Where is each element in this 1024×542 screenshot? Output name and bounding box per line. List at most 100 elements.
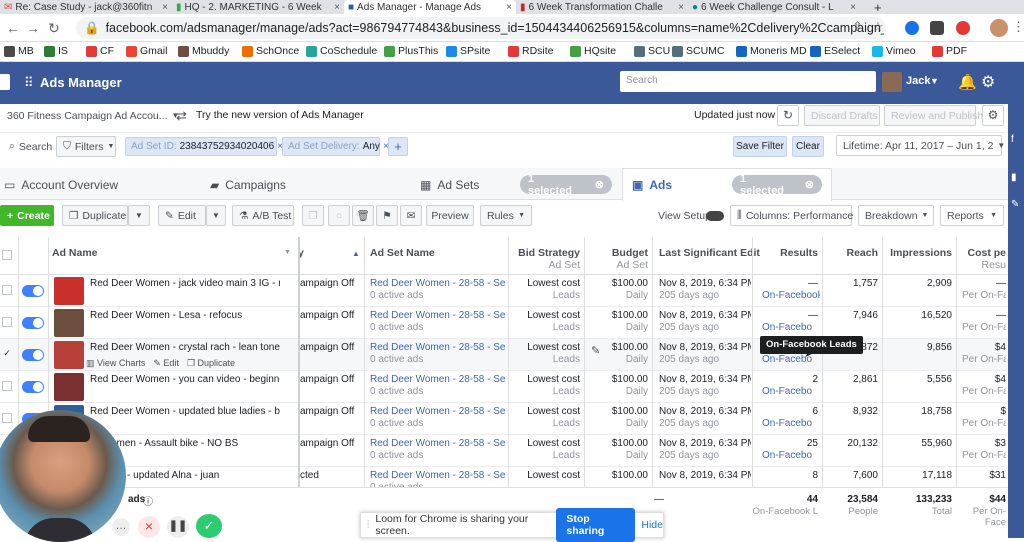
back-icon[interactable]: ← <box>6 20 20 36</box>
ad-name-cell[interactable]: Red Deer Women - jack video main 3 IG - … <box>90 278 280 290</box>
ad-status-toggle[interactable] <box>22 349 44 361</box>
bookmark-12[interactable]: SCUMC <box>672 45 725 57</box>
browser-tab[interactable]: ▮ 6 Week Transformation Challe × <box>516 0 688 14</box>
reports-dropdown[interactable]: Reports ▼ <box>940 205 1004 226</box>
share-icon[interactable]: ⇪ <box>852 19 863 35</box>
filter-chip-ad-set-id[interactable]: Ad Set ID: 23843752934020406 × <box>125 137 283 156</box>
stop-sharing-button[interactable]: Stop sharing <box>556 508 636 542</box>
ads-selected-pill[interactable]: 1 selected ⊗ <box>732 173 822 197</box>
tag-icon[interactable]: ⚑ <box>376 205 398 226</box>
filters-button[interactable]: ⛉ Filters ▼ <box>56 136 116 157</box>
close-tab-icon[interactable]: × <box>162 2 168 13</box>
table-row[interactable]: Red Deer Women - updated blue ladies - b… <box>0 403 1008 435</box>
chart-icon[interactable]: ▮ <box>1011 172 1017 183</box>
col-impressions[interactable]: Impressions <box>880 237 952 275</box>
extension-icon[interactable] <box>930 21 944 35</box>
duplicate-button[interactable]: ❐ Duplicate <box>62 205 128 226</box>
ad-name-cell[interactable]: Red Deer Women - updated blue ladies - b… <box>90 406 280 418</box>
row-checkbox[interactable] <box>2 317 12 327</box>
ad-status-toggle[interactable] <box>22 317 44 329</box>
browser-tab-active[interactable]: ■ Ads Manager - Manage Ads × <box>344 0 516 14</box>
info-icon[interactable]: ⓘ <box>143 493 153 508</box>
view-charts-link[interactable]: ▥ View Charts <box>86 358 145 369</box>
col-reach[interactable]: Reach <box>830 237 878 275</box>
ad-thumbnail[interactable] <box>54 277 84 305</box>
close-tab-icon[interactable]: × <box>850 2 856 13</box>
trash-icon[interactable]: 🗑 <box>352 205 374 226</box>
close-icon[interactable]: ⊗ <box>595 178 604 191</box>
tab-account-overview[interactable]: ▭ Account Overview <box>4 170 118 200</box>
preview-button[interactable]: Preview <box>426 205 474 226</box>
ad-set-link[interactable]: Red Deer Women - 28-58 - Sept 2... <box>370 342 506 354</box>
facebook-logo-icon[interactable] <box>0 74 10 90</box>
table-row[interactable]: Red Deer Women - you can video - beginne… <box>0 371 1008 403</box>
create-button[interactable]: + Create <box>0 205 54 226</box>
circle-icon[interactable]: ○ <box>328 205 350 226</box>
close-icon[interactable]: ⊗ <box>805 178 814 191</box>
results-sub[interactable]: On-Facebook <box>762 290 820 302</box>
add-filter-button[interactable]: + <box>388 137 408 156</box>
address-bar[interactable]: 🔒 facebook.com/adsmanager/manage/ads?act=… <box>76 17 886 39</box>
ad-name-cell[interactable]: Red Deer Women - crystal rach - lean ton… <box>90 342 280 354</box>
bookmark-0[interactable]: MB <box>4 45 34 57</box>
duplicate-link[interactable]: ❐ Duplicate <box>187 358 235 369</box>
breakdown-dropdown[interactable]: Breakdown ▼ <box>858 205 934 226</box>
bookmark-15[interactable]: Vimeo <box>872 45 916 57</box>
col-cost[interactable]: Cost pe Resu <box>960 237 1006 275</box>
try-new-version-link[interactable]: Try the new version of Ads Manager <box>196 109 364 121</box>
bookmark-1[interactable]: IS <box>44 45 68 57</box>
bookmark-3[interactable]: Gmail <box>126 45 167 57</box>
refresh-icon[interactable]: ↻ <box>777 105 799 126</box>
review-publish-button[interactable]: Review and Publish <box>884 105 983 126</box>
menu-icon[interactable]: ⋮ <box>1012 19 1024 35</box>
view-setup-toggle[interactable] <box>706 211 724 221</box>
finish-recording-icon[interactable]: ✓ <box>196 514 222 538</box>
ad-thumbnail[interactable] <box>54 309 84 337</box>
search-button[interactable]: ⌕Search▼ <box>2 136 63 157</box>
results-sub[interactable]: On-Facebo <box>762 418 820 430</box>
row-checkbox[interactable] <box>2 381 12 391</box>
ad-sets-selected-pill[interactable]: 1 selected ⊗ <box>520 173 612 197</box>
more-icon[interactable]: … <box>112 518 130 536</box>
close-tab-icon[interactable]: × <box>678 2 684 13</box>
edit-link[interactable]: ✎ Edit <box>153 358 179 369</box>
select-all-checkbox[interactable] <box>2 250 12 260</box>
table-row[interactable]: Red Deer Women - Lesa - refocus ampaign O… <box>0 307 1008 339</box>
table-row[interactable]: Red Deer Women - jack video main 3 IG - … <box>0 275 1008 307</box>
bookmark-16[interactable]: PDF <box>932 45 967 57</box>
ad-set-link[interactable]: Red Deer Women - 28-58 - Sept 2... <box>370 406 506 418</box>
close-tab-icon[interactable]: × <box>334 2 340 13</box>
bookmark-10[interactable]: HQsite <box>570 45 616 57</box>
tab-campaigns[interactable]: ▰ Campaigns <box>210 170 286 200</box>
comment-icon[interactable]: ✉ <box>400 205 422 226</box>
gear-icon[interactable]: ⚙ <box>982 105 1004 126</box>
ad-set-link[interactable]: Red Deer Women - 28-58 - Sept 2... <box>370 310 506 322</box>
hide-link[interactable]: Hide <box>641 519 663 531</box>
col-results[interactable]: Results <box>760 237 818 275</box>
rules-button[interactable]: Rules ▼ <box>480 205 532 226</box>
row-checkbox[interactable]: ✓ <box>2 349 12 359</box>
bookmark-14[interactable]: ESelect <box>810 45 860 57</box>
ad-thumbnail[interactable] <box>54 341 84 369</box>
results-sub[interactable]: On-Facebo <box>762 386 820 398</box>
apps-grid-icon[interactable]: ⠿ <box>24 75 34 91</box>
bookmark-2[interactable]: CF <box>86 45 114 57</box>
bookmark-13[interactable]: Moneris MD <box>736 45 807 57</box>
drag-handle-icon[interactable]: ⦙ <box>367 519 369 532</box>
ad-set-link[interactable]: Red Deer Women - 28-58 - Sept 2... <box>370 470 506 482</box>
table-row[interactable]: er Women - Assault bike - NO BS ampaign O… <box>0 435 1008 467</box>
clear-button[interactable]: Clear <box>792 136 824 157</box>
col-budget[interactable]: Budget Ad Set <box>600 237 648 275</box>
row-checkbox[interactable] <box>2 413 12 423</box>
ad-name-cell[interactable]: Red Deer Women - you can video - beginne… <box>90 374 280 386</box>
ad-set-link[interactable]: Red Deer Women - 28-58 - Sept 2... <box>370 374 506 386</box>
sort-icon[interactable]: ▼ <box>284 249 291 256</box>
avatar[interactable] <box>882 72 902 92</box>
cancel-recording-icon[interactable]: × <box>138 516 160 538</box>
browser-tab[interactable]: ▮ HQ - 2. MARKETING - 6 Week × <box>172 0 344 14</box>
bookmark-7[interactable]: PlusThis <box>384 45 438 57</box>
extension-icon[interactable] <box>956 21 970 35</box>
chevron-down-icon[interactable]: ▼ <box>930 76 939 86</box>
col-ad-name[interactable]: Ad Name <box>52 237 98 275</box>
ad-status-toggle[interactable] <box>22 381 44 393</box>
